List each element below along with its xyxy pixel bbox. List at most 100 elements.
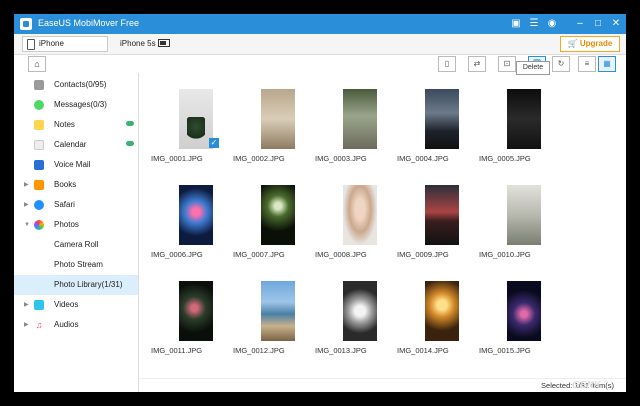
device-model: iPhone 5s bbox=[120, 39, 156, 48]
photo-filename: IMG_0005.JPG bbox=[479, 154, 531, 163]
plant-shape bbox=[187, 117, 205, 141]
photo-tile[interactable]: IMG_0010.JPG bbox=[479, 181, 555, 276]
title-bar: EaseUS MobiMover Free ▣ ☰ ◉ – □ ✕ bbox=[14, 14, 626, 34]
photo-thumbnail bbox=[179, 185, 213, 245]
photo-filename: IMG_0004.JPG bbox=[397, 154, 449, 163]
photo-thumbnail bbox=[343, 281, 377, 341]
expand-arrow-icon[interactable]: ▶ bbox=[24, 175, 29, 195]
photo-filename: IMG_0003.JPG bbox=[315, 154, 367, 163]
chat-icon[interactable]: ▣ bbox=[508, 16, 524, 32]
photo-thumbnail bbox=[261, 185, 295, 245]
photo-filename: IMG_0009.JPG bbox=[397, 250, 449, 259]
menu-icon[interactable]: ☰ bbox=[526, 16, 542, 32]
photo-thumbnail bbox=[507, 185, 541, 245]
cloud-icon bbox=[126, 141, 134, 146]
selected-check-icon[interactable]: ✓ bbox=[209, 138, 219, 148]
sidebar-item-photo-library[interactable]: Photo Library(1/31) bbox=[14, 275, 138, 295]
grid-view-button[interactable]: ▦ bbox=[598, 56, 616, 72]
grid-icon: ▦ bbox=[603, 59, 611, 68]
upgrade-button[interactable]: 🛒 Upgrade bbox=[560, 36, 620, 52]
photo-filename: IMG_0002.JPG bbox=[233, 154, 285, 163]
photo-filename: IMG_0006.JPG bbox=[151, 250, 203, 259]
sidebar-item-videos[interactable]: ▶ Videos bbox=[14, 295, 138, 315]
photo-filename: IMG_0014.JPG bbox=[397, 346, 449, 355]
photo-tile[interactable]: IMG_0014.JPG bbox=[397, 277, 473, 372]
videos-icon bbox=[34, 300, 44, 310]
sidebar-item-camera-roll[interactable]: Camera Roll bbox=[14, 235, 138, 255]
add-button[interactable]: ⊡ bbox=[498, 56, 516, 72]
sidebar-item-audios[interactable]: ▶ ♫ Audios bbox=[14, 315, 138, 335]
status-bar: Selected: 1/31 item(s) bbox=[139, 378, 626, 392]
sidebar-item-notes[interactable]: Notes bbox=[14, 115, 138, 135]
photo-tile[interactable]: IMG_0006.JPG bbox=[151, 181, 227, 276]
photo-tile[interactable]: IMG_0007.JPG bbox=[233, 181, 309, 276]
photo-thumbnail bbox=[179, 281, 213, 341]
photo-tile[interactable]: IMG_0002.JPG bbox=[233, 85, 309, 180]
sidebar: Contacts(0/95) Messages(0/3) Notes Calen… bbox=[14, 73, 139, 392]
home-icon: ⌂ bbox=[34, 59, 40, 69]
sidebar-item-label: Books bbox=[54, 180, 77, 189]
sidebar-item-books[interactable]: ▶ Books bbox=[14, 175, 138, 195]
photo-tile[interactable]: IMG_0011.JPG bbox=[151, 277, 227, 372]
photo-thumbnail bbox=[507, 281, 541, 341]
photo-filename: IMG_0008.JPG bbox=[315, 250, 367, 259]
photo-tile[interactable]: IMG_0015.JPG bbox=[479, 277, 555, 372]
books-icon bbox=[34, 180, 44, 190]
app-title: EaseUS MobiMover Free bbox=[38, 18, 140, 28]
expand-arrow-icon[interactable]: ▶ bbox=[24, 295, 29, 315]
sidebar-item-label: Photos bbox=[54, 220, 79, 229]
sidebar-item-contacts[interactable]: Contacts(0/95) bbox=[14, 75, 138, 95]
upgrade-label: Upgrade bbox=[579, 39, 613, 48]
music-note-icon: ♫ bbox=[34, 320, 44, 330]
photo-filename: IMG_0007.JPG bbox=[233, 250, 285, 259]
contacts-icon bbox=[34, 80, 44, 90]
transfer-to-phone-button[interactable]: ▯ bbox=[438, 56, 456, 72]
photo-filename: IMG_0001.JPG bbox=[151, 154, 203, 163]
cart-icon: 🛒 bbox=[567, 39, 578, 48]
sidebar-item-safari[interactable]: ▶ Safari bbox=[14, 195, 138, 215]
sidebar-item-label: Photo Stream bbox=[54, 260, 103, 269]
app-logo-icon bbox=[20, 18, 32, 30]
photo-tile[interactable]: IMG_0008.JPG bbox=[315, 181, 391, 276]
photo-tile[interactable]: IMG_0004.JPG bbox=[397, 85, 473, 180]
sidebar-item-label: Photo Library(1/31) bbox=[54, 280, 123, 289]
battery-icon bbox=[158, 39, 170, 47]
photo-thumbnail bbox=[343, 185, 377, 245]
expand-arrow-icon[interactable]: ▶ bbox=[24, 315, 29, 335]
photo-tile[interactable]: IMG_0012.JPG bbox=[233, 277, 309, 372]
refresh-button[interactable]: ↻ bbox=[552, 56, 570, 72]
delete-tooltip: Delete bbox=[516, 61, 550, 75]
photo-filename: IMG_0015.JPG bbox=[479, 346, 531, 355]
list-view-button[interactable]: ≡ bbox=[578, 56, 596, 72]
sidebar-item-photo-stream[interactable]: Photo Stream bbox=[14, 255, 138, 275]
close-button[interactable]: ✕ bbox=[608, 16, 624, 32]
expand-arrow-icon[interactable]: ▶ bbox=[24, 195, 29, 215]
sidebar-item-photos[interactable]: ▼ Photos bbox=[14, 215, 138, 235]
phone-transfer-icon: ▯ bbox=[444, 59, 450, 68]
settings-icon[interactable]: ◉ bbox=[544, 16, 560, 32]
photo-tile[interactable]: IMG_0009.JPG bbox=[397, 181, 473, 276]
photo-tile[interactable]: IMG_0005.JPG bbox=[479, 85, 555, 180]
photo-filename: IMG_0011.JPG bbox=[151, 346, 203, 355]
photo-filename: IMG_0013.JPG bbox=[315, 346, 367, 355]
transfer-to-pc-button[interactable]: ⇄ bbox=[468, 56, 486, 72]
list-icon: ≡ bbox=[584, 59, 590, 68]
device-selector[interactable]: iPhone bbox=[22, 36, 108, 52]
calendar-icon bbox=[34, 140, 44, 150]
sidebar-item-voice-mail[interactable]: Voice Mail bbox=[14, 155, 138, 175]
sidebar-item-calendar[interactable]: Calendar bbox=[14, 135, 138, 155]
minimize-button[interactable]: – bbox=[572, 16, 588, 32]
photo-tile[interactable]: IMG_0013.JPG bbox=[315, 277, 391, 372]
home-button[interactable]: ⌂ bbox=[28, 56, 46, 72]
photo-tile[interactable]: IMG_0003.JPG bbox=[315, 85, 391, 180]
photo-thumbnail bbox=[425, 281, 459, 341]
maximize-button[interactable]: □ bbox=[590, 16, 606, 32]
sidebar-item-label: Messages(0/3) bbox=[54, 100, 107, 109]
sidebar-item-label: Contacts(0/95) bbox=[54, 80, 107, 89]
photo-tile[interactable]: ✓ IMG_0001.JPG bbox=[151, 85, 227, 180]
collapse-arrow-icon[interactable]: ▼ bbox=[24, 215, 30, 235]
watermark-logo: GENK bbox=[572, 380, 601, 391]
sidebar-item-messages[interactable]: Messages(0/3) bbox=[14, 95, 138, 115]
sidebar-item-label: Safari bbox=[54, 200, 75, 209]
device-bar: iPhone iPhone 5s 🛒 Upgrade bbox=[14, 34, 626, 55]
